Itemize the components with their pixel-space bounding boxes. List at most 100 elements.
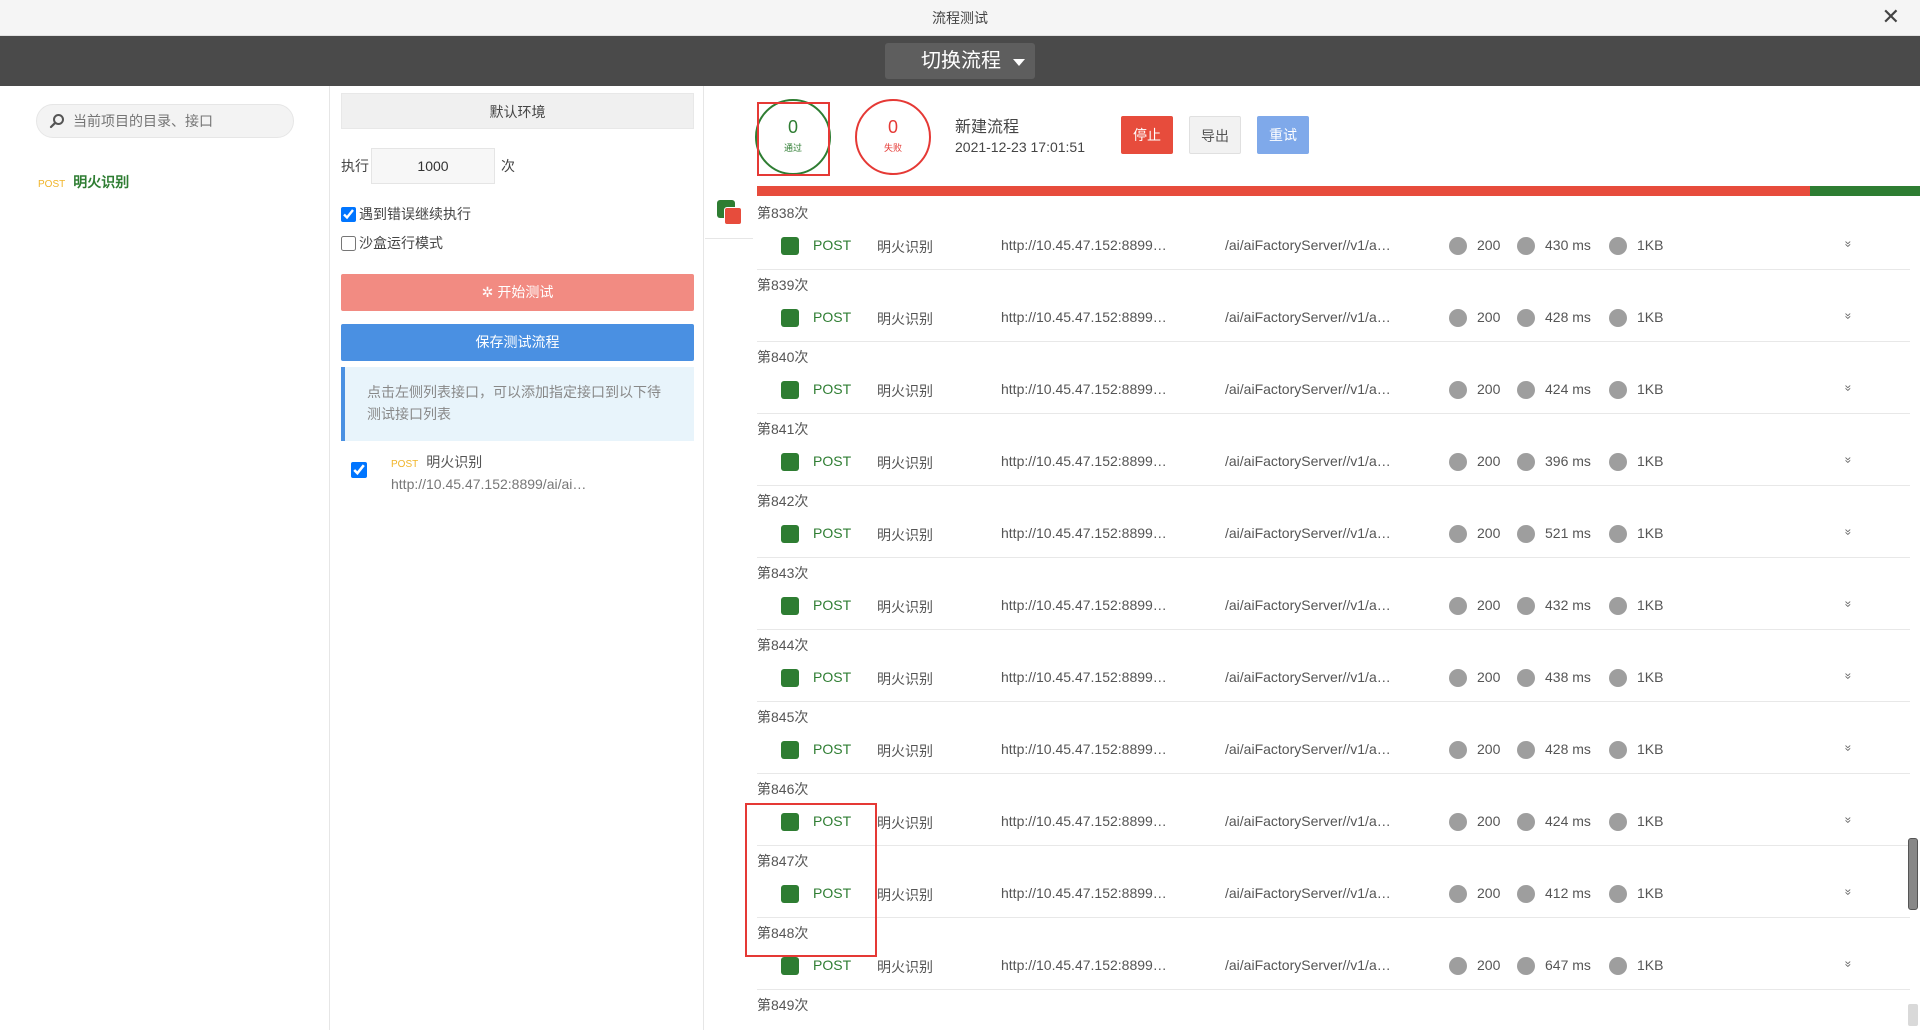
run-row[interactable]: POST 明火识别 http://10.45.47.152:8899…/ai/aiF… [757,942,1910,990]
run-entry: 第847次 POST 明火识别 http://10.45.47.152:8899…/a… [757,852,1910,924]
run-row[interactable]: POST 明火识别 http://10.45.47.152:8899…/ai/aiF… [757,654,1910,702]
run-entry: 第843次 POST 明火识别 http://10.45.47.152:8899… /a… [757,564,1910,636]
sandbox-mode-label: 沙盒运行模式 [359,235,443,251]
expand-chevron-icon[interactable]: » [1841,241,1855,248]
run-row[interactable]: POST 明火识别 http://10.45.47.152:8899…/ai/aiF… [757,438,1910,486]
run-row[interactable]: POST 明火识别 http://10.45.47.152:8899…/ai/aiF… [757,294,1910,342]
scrollbar-track-end[interactable] [1908,1004,1918,1026]
run-host: http://10.45.47.152:8899… [1001,237,1167,253]
expand-chevron-icon[interactable]: » [1841,457,1855,464]
run-duration: 412 ms [1545,885,1591,901]
status-dot-icon [1449,453,1467,471]
retry-button[interactable]: 重试 [1257,116,1309,154]
status-dot-icon [1449,381,1467,399]
run-status-code: 200 [1477,669,1501,685]
status-dot-icon [1517,381,1535,399]
exec-count-input[interactable] [371,148,495,184]
run-host: http://10.45.47.152:8899… [1001,453,1167,469]
status-toggle-icon[interactable] [717,200,743,226]
run-method: POST [813,381,852,397]
run-path: /ai/aiFactoryServer//v1/a… [1225,309,1391,325]
fail-counter: 0 失败 [855,99,931,175]
run-api-name: 明火识别 [877,383,933,399]
run-size: 1KB [1637,381,1664,397]
run-size: 1KB [1637,885,1664,901]
run-row[interactable]: POST 明火识别 http://10.45.47.152:8899…/ai/aiF… [757,366,1910,414]
switch-flow-button[interactable]: 切换流程 [885,43,1035,79]
api-name: 明火识别 [73,174,130,190]
run-path: /ai/aiFactoryServer//v1/a… [1225,741,1391,757]
divider [705,238,753,239]
run-row[interactable]: POST 明火识别 http://10.45.47.152:8899…/ai/aiF… [757,582,1910,630]
scrollbar-thumb[interactable] [1908,838,1918,910]
window-title: 流程测试 [932,10,988,26]
flow-name: 新建流程 [955,119,1020,136]
run-duration: 396 ms [1545,453,1591,469]
status-dot-icon [1449,237,1467,255]
run-size: 1KB [1637,309,1664,325]
continue-on-error-input[interactable] [341,206,356,222]
selected-api-item[interactable]: POST 明火识别 http://10.45.47.152:8899/ai/ai… [351,452,691,502]
run-entry: 第839次 POST 明火识别 http://10.45.47.152:8899… /a… [757,276,1910,348]
expand-chevron-icon[interactable]: » [1841,817,1855,824]
run-duration: 438 ms [1545,669,1591,685]
status-dot-icon [1449,669,1467,687]
run-size: 1KB [1637,813,1664,829]
search-input[interactable] [73,111,283,131]
run-duration: 424 ms [1545,813,1591,829]
expand-chevron-icon[interactable]: » [1841,673,1855,680]
run-row[interactable]: POST 明火识别 http://10.45.47.152:8899…/ai/aiF… [757,510,1910,558]
status-dot-icon [1517,669,1535,687]
run-host: http://10.45.47.152:8899… [1001,309,1167,325]
expand-chevron-icon[interactable]: » [1841,745,1855,752]
status-dot-icon [1517,813,1535,831]
run-row[interactable]: POST 明火识别 http://10.45.47.152:8899…/ai/aiF… [757,726,1910,774]
status-dot-icon [1609,813,1627,831]
run-api-name: 明火识别 [877,743,933,759]
expand-chevron-icon[interactable]: » [1841,385,1855,392]
pass-status-icon [781,525,799,543]
selected-api-checkbox[interactable] [351,462,367,478]
run-row[interactable]: POST 明火识别 http://10.45.47.152:8899…/ai/aiF… [757,798,1910,846]
run-row[interactable]: POST 明火识别 http://10.45.47.152:8899…/ai/aiF… [757,870,1910,918]
pass-status-icon [781,741,799,759]
run-api-name: 明火识别 [877,959,933,975]
expand-chevron-icon[interactable]: » [1841,889,1855,896]
sandbox-mode-checkbox[interactable]: 沙盒运行模式 [341,233,443,253]
continue-on-error-checkbox[interactable]: 遇到错误继续执行 [341,204,471,224]
status-dot-icon [1449,309,1467,327]
run-entry: 第842次 POST 明火识别 http://10.45.47.152:8899… /a… [757,492,1910,564]
export-button[interactable]: 导出 [1189,116,1241,154]
run-entry: 第848次 POST 明火识别 http://10.45.47.152:8899…/a… [757,924,1910,996]
sandbox-mode-input[interactable] [341,235,356,251]
expand-chevron-icon[interactable]: » [1841,529,1855,536]
run-size: 1KB [1637,597,1664,613]
run-label: 第838次 [757,205,809,221]
run-entry: 第841次 POST 明火识别 http://10.45.47.152:8899… /a… [757,420,1910,492]
tree-item-api[interactable]: POST 明火识别 [38,172,129,192]
pass-status-icon [781,237,799,255]
run-api-name: 明火识别 [877,815,933,831]
run-host: http://10.45.47.152:8899… [1001,885,1167,901]
run-row[interactable]: POST 明火识别 http://10.45.47.152:8899…/ai/aiF… [757,222,1910,270]
expand-chevron-icon[interactable]: » [1841,313,1855,320]
fail-label: 失败 [883,143,902,153]
expand-chevron-icon[interactable]: » [1841,961,1855,968]
pass-status-icon [781,669,799,687]
environment-selector[interactable]: 默认环境 [341,93,694,129]
run-method: POST [813,741,852,757]
pass-status-icon [781,957,799,975]
search-box[interactable] [36,104,294,138]
start-test-button[interactable]: ✲ 开始测试 [341,274,694,311]
run-entry: 第844次 POST 明火识别 http://10.45.47.152:8899… /a… [757,636,1910,708]
run-path: /ai/aiFactoryServer//v1/a… [1225,453,1391,469]
save-flow-button[interactable]: 保存测试流程 [341,324,694,361]
highlight-box [757,102,830,176]
close-icon[interactable]: ✕ [1882,0,1900,34]
expand-chevron-icon[interactable]: » [1841,601,1855,608]
pass-status-icon [781,597,799,615]
run-host: http://10.45.47.152:8899… [1001,525,1167,541]
stop-button[interactable]: 停止 [1121,116,1173,154]
run-api-name: 明火识别 [877,887,933,903]
status-dot-icon [1517,957,1535,975]
